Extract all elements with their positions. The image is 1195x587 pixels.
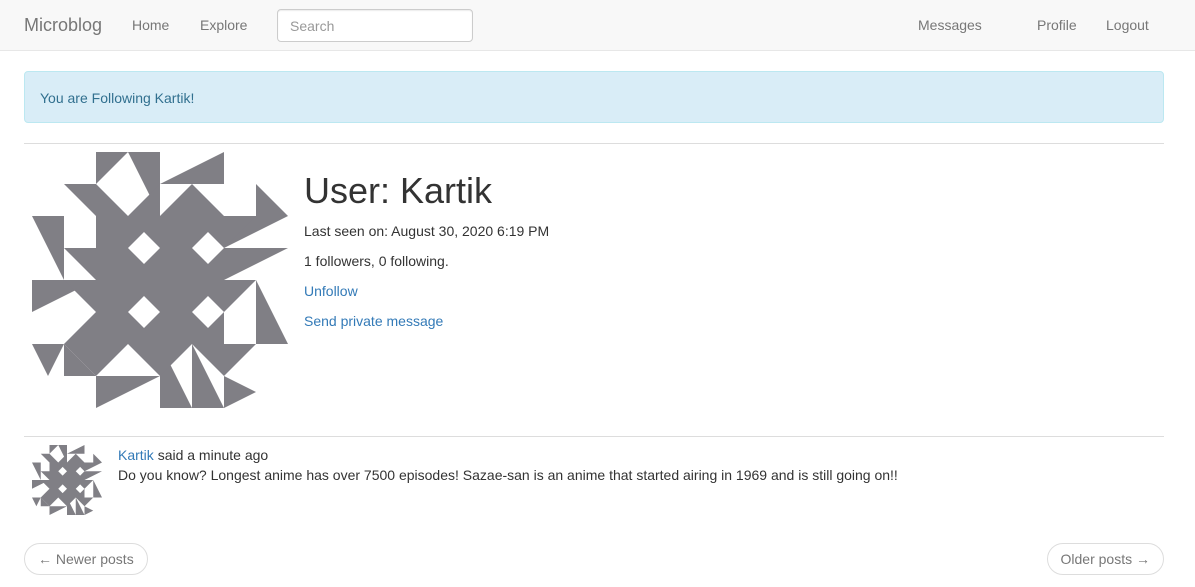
post-author-avatar-icon[interactable]	[32, 445, 102, 515]
search-input[interactable]	[277, 9, 473, 42]
nav-home-link[interactable]: Home	[132, 16, 169, 34]
post-timestamp: said a minute ago	[157, 447, 269, 463]
follow-counts-text: 1 followers, 0 following.	[304, 253, 449, 269]
unfollow-link[interactable]: Unfollow	[304, 283, 358, 299]
post-author-link[interactable]: Kartik	[118, 447, 154, 463]
top-navbar: Microblog Home Explore Messages Profile …	[0, 0, 1195, 51]
older-posts-button[interactable]: Older posts →	[1046, 543, 1164, 575]
post-body-text: Do you know? Longest anime has over 7500…	[118, 467, 898, 483]
flash-alert-message: You are Following Kartik!	[40, 90, 195, 106]
unfollow-row: Unfollow	[304, 282, 358, 300]
newer-posts-button[interactable]: ← Newer posts	[24, 543, 148, 575]
nav-profile-link[interactable]: Profile	[1037, 16, 1077, 34]
flash-alert: You are Following Kartik!	[24, 71, 1164, 123]
nav-logout-link[interactable]: Logout	[1106, 16, 1149, 34]
page-title: User: Kartik	[304, 170, 493, 211]
divider	[24, 436, 1164, 437]
send-private-message-link[interactable]: Send private message	[304, 313, 443, 329]
brand-logo-link[interactable]: Microblog	[24, 14, 102, 36]
last-seen-text: Last seen on: August 30, 2020 6:19 PM	[304, 223, 550, 239]
nav-explore-link[interactable]: Explore	[200, 16, 247, 34]
post-header: Kartik said a minute ago	[118, 446, 268, 464]
divider	[24, 143, 1164, 144]
nav-messages-link[interactable]: Messages	[918, 16, 982, 34]
send-message-row: Send private message	[304, 312, 443, 330]
identicon-avatar-icon	[32, 152, 288, 408]
